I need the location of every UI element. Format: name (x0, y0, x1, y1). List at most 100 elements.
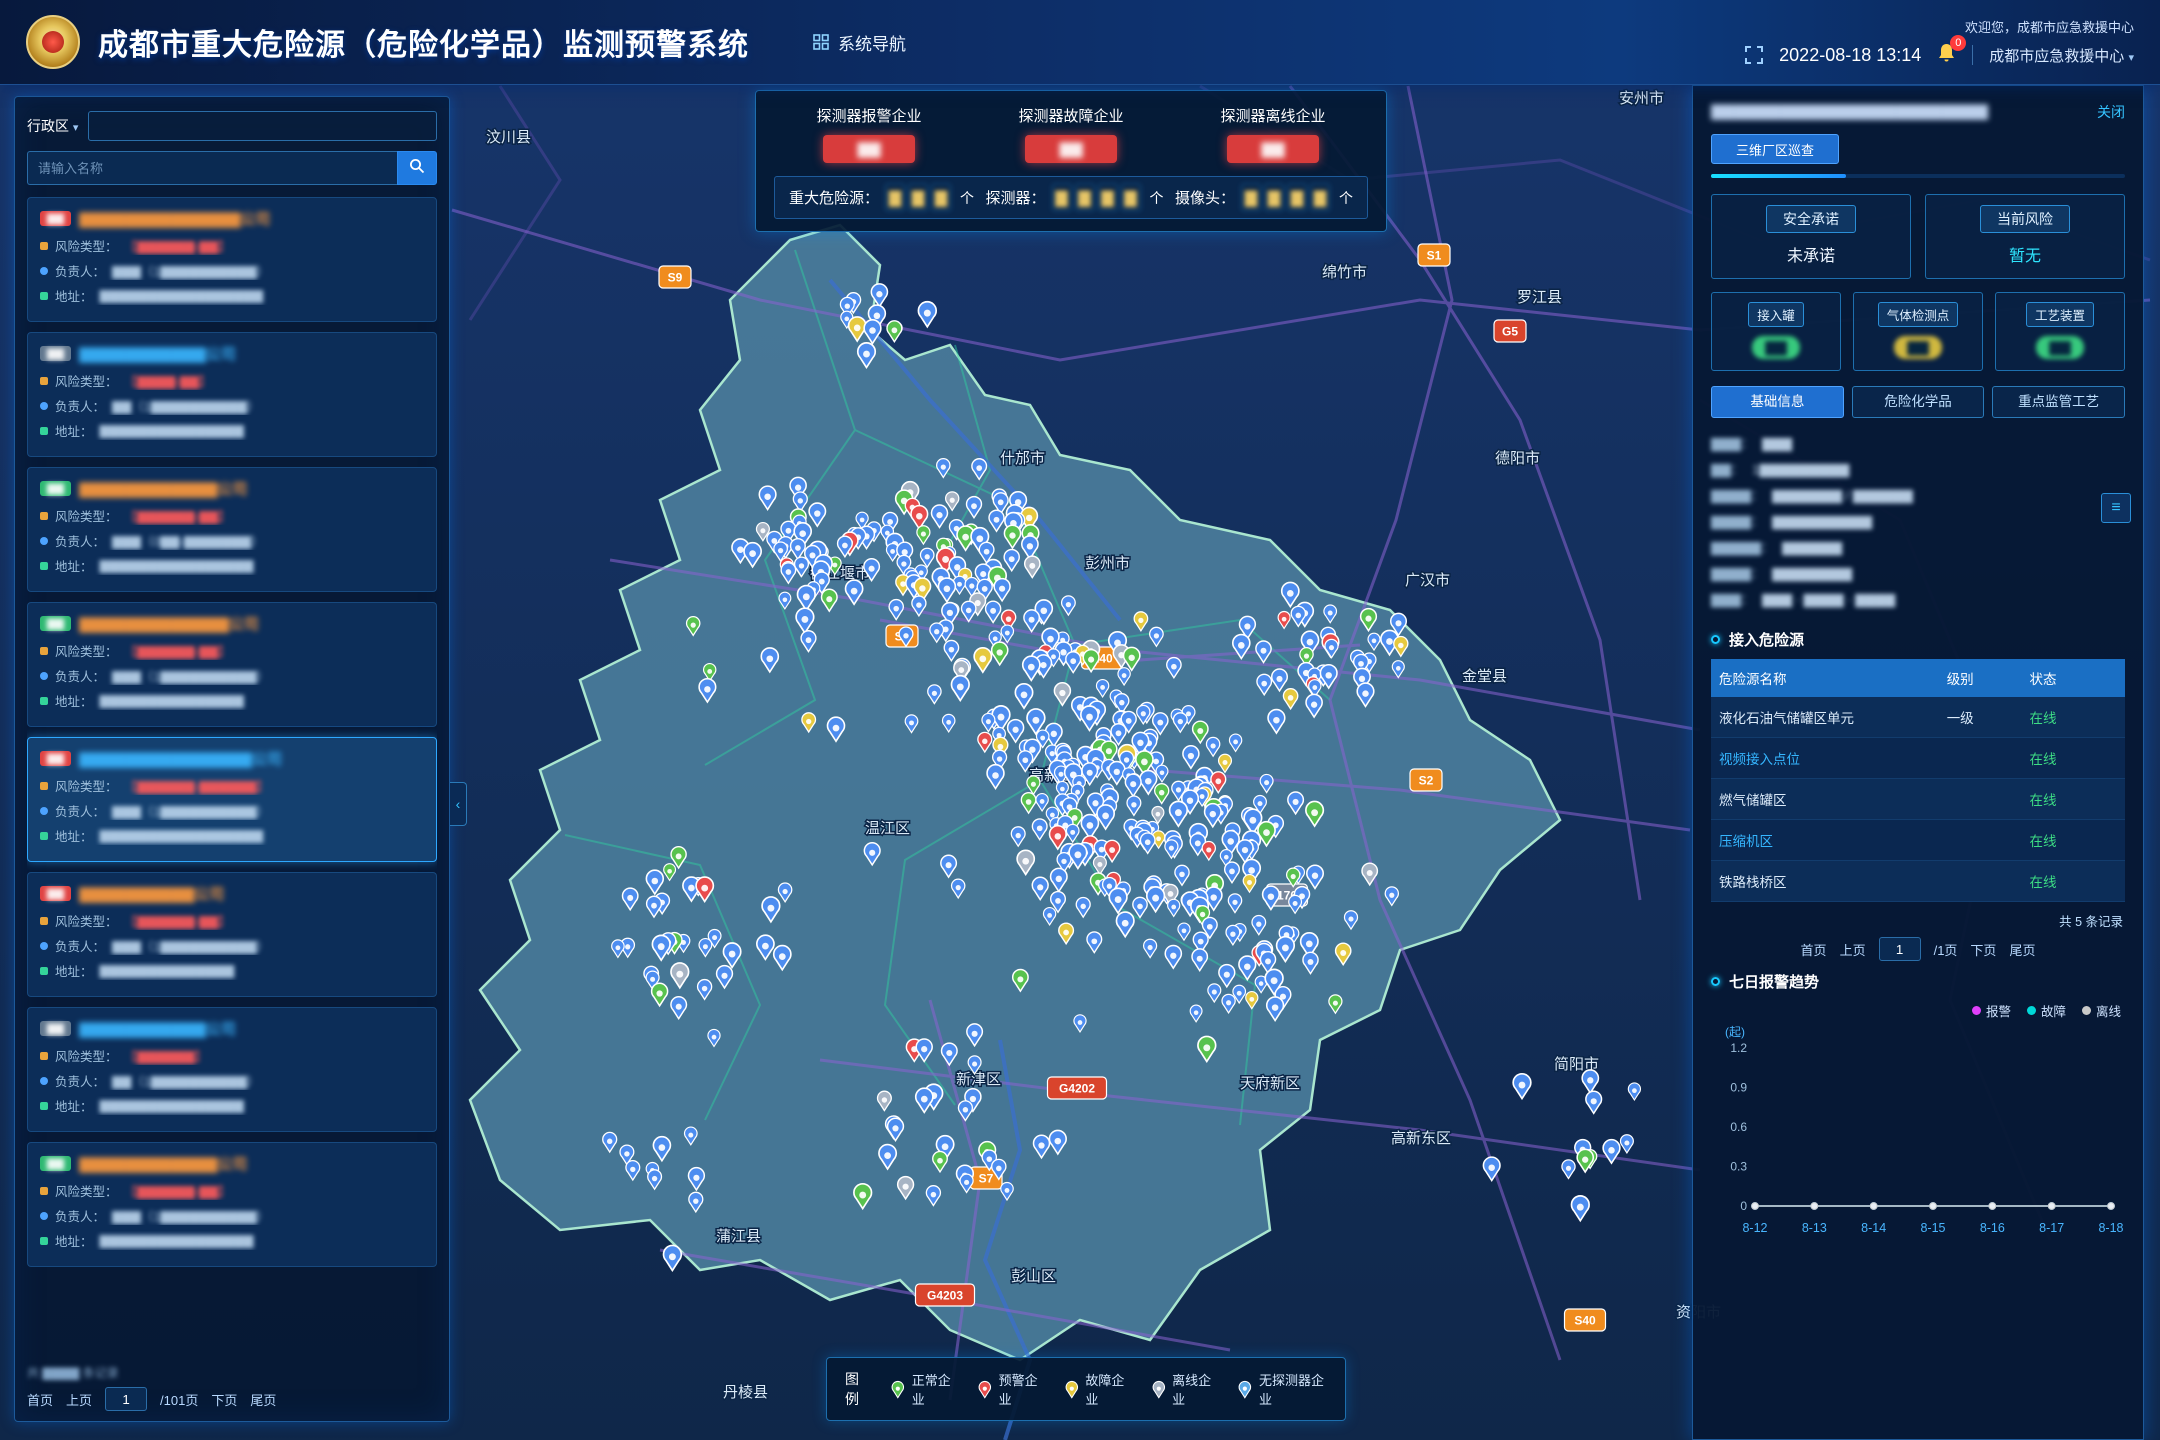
enterprise-card[interactable]: ▇▇▇▇▇▇▇▇▇▇▇▇公司风险类型：【▇▇▇▇▇▇-▇▇】负责人：▇▇▇（1▇… (27, 872, 437, 997)
info-row: ▇▇▇▇：▇▇▇▇▇▇▇▇▇▇ (1711, 509, 2125, 535)
enterprise-card[interactable]: ▇▇▇▇▇▇▇▇▇▇▇▇▇▇▇公司风险类型：【▇▇▇▇▇▇-▇▇】负责人：▇▇▇… (27, 602, 437, 727)
page-total-label: /1页 (1934, 940, 1958, 959)
hazard-row[interactable]: 压缩机区在线 (1711, 820, 2125, 861)
metric-label: 接入罐 (1748, 302, 1804, 327)
hazard-row[interactable]: 燃气储罐区在线 (1711, 779, 2125, 820)
enterprise-name: ▇▇▇▇▇▇▇▇▇▇▇▇▇公司 (79, 613, 259, 634)
section-dot-icon (1711, 977, 1720, 986)
first-page-link[interactable]: 首页 (27, 1390, 53, 1409)
metric-box: 工艺装置▇▇ (1995, 292, 2125, 371)
person-icon (40, 402, 48, 410)
fullscreen-icon[interactable] (1745, 46, 1763, 64)
legend-pin-icon (890, 1377, 906, 1401)
info-label: ▇▇▇▇▇： (1711, 535, 1774, 561)
hazard-row[interactable]: 视频接入点位在线 (1711, 738, 2125, 779)
close-button[interactable]: 关闭 (2097, 102, 2125, 122)
next-page-link[interactable]: 下页 (1970, 940, 1996, 959)
enterprise-card[interactable]: ▇▇▇▇▇▇▇▇▇▇▇▇▇▇▇▇▇公司风险类型：【▇▇▇▇▇▇-▇▇▇▇▇▇】负… (27, 737, 437, 862)
detector-company-stat: 探测器报警企业▇▇ (774, 105, 964, 163)
last-page-link[interactable]: 尾页 (2009, 940, 2035, 959)
hazard-row[interactable]: 铁路栈桥区在线 (1711, 861, 2125, 902)
hazard-row[interactable]: 液化石油气储罐区单元一级在线 (1711, 697, 2125, 738)
address-icon (40, 1237, 48, 1245)
legend-pin-icon (1151, 1377, 1167, 1401)
notification-bell-icon[interactable]: 0 (1937, 43, 1956, 68)
hazard-status: 在线 (2021, 779, 2125, 820)
enterprise-name: ▇▇▇▇▇▇▇▇▇▇▇公司 (79, 1018, 236, 1039)
metric-value: ▇▇ (1894, 336, 1942, 359)
region-filter-dropdown[interactable]: 行政区 ▾ (27, 116, 78, 136)
enterprise-card[interactable]: ▇▇▇▇▇▇▇▇▇▇▇▇▇公司风险类型：【▇▇▇▇-▇▇】负责人：▇▇（1▇▇▇… (27, 332, 437, 457)
series-dot-icon (2082, 1006, 2091, 1015)
svg-text:8-12: 8-12 (1742, 1221, 1767, 1235)
hazard-level (1939, 738, 2022, 779)
first-page-link[interactable]: 首页 (1801, 940, 1827, 959)
search-input[interactable] (27, 151, 397, 185)
status-badge: ▇▇ (40, 886, 71, 901)
risk-label: 风险类型： (55, 1046, 118, 1065)
enterprise-card[interactable]: ▇▇▇▇▇▇▇▇▇▇▇▇▇▇公司风险类型：【▇▇▇▇▇▇-▇▇】负责人：▇▇▇（… (27, 1142, 437, 1267)
person-label: 负责人： (55, 1206, 105, 1225)
map-place-label: 安州市 (1619, 90, 1664, 107)
app-title: 成都市重大危险源（危险化学品）监测预警系统 (98, 20, 749, 64)
enterprise-card[interactable]: ▇▇▇▇▇▇▇▇▇▇▇▇▇▇公司风险类型：【▇▇▇▇▇▇-▇▇】负责人：▇▇▇（… (27, 467, 437, 592)
address-icon (40, 832, 48, 840)
current-risk-box: 当前风险 暂无 (1925, 194, 2125, 279)
info-row: ▇▇▇▇：▇▇▇▇▇▇▇ / ▇▇▇▇▇▇ (1711, 483, 2125, 509)
last-page-link[interactable]: 尾页 (250, 1390, 276, 1409)
info-label: ▇▇▇▇： (1711, 561, 1764, 587)
person-icon (40, 672, 48, 680)
person-value: ▇▇▇（1▇▇▇▇▇▇▇▇▇▇） (112, 936, 269, 955)
sidebar-collapse-toggle[interactable]: ‹ (450, 782, 467, 826)
region-filter-input[interactable] (88, 111, 437, 141)
info-label: ▇▇▇： (1711, 431, 1754, 457)
system-nav-button[interactable]: 系统导航 (813, 30, 906, 55)
info-row: ▇▇▇▇▇：▇▇▇▇▇▇ (1711, 535, 2125, 561)
enterprise-name: ▇▇▇▇▇▇▇▇▇▇▇▇▇▇公司 (79, 208, 271, 229)
risk-label: 风险类型： (55, 371, 118, 390)
legend-item: 故障企业 (1064, 1370, 1131, 1408)
notification-badge: 0 (1950, 35, 1966, 51)
legend-pin-icon (977, 1377, 993, 1401)
enterprise-card[interactable]: ▇▇▇▇▇▇▇▇▇▇▇▇▇公司风险类型：【▇▇▇▇▇▇】负责人：▇▇（1▇▇▇▇… (27, 1007, 437, 1132)
3d-tour-button[interactable]: 三维厂区巡查 (1711, 134, 1839, 164)
legend-pin-icon (1237, 1377, 1253, 1401)
legend-pin-icon (1064, 1377, 1080, 1401)
status-badge: ▇▇ (40, 346, 71, 361)
hazard-name: 液化石油气储罐区单元 (1711, 697, 1939, 738)
page-number-input[interactable] (105, 1387, 147, 1411)
prev-page-link[interactable]: 上页 (66, 1390, 92, 1409)
next-page-link[interactable]: 下页 (211, 1390, 237, 1409)
org-dropdown[interactable]: 成都市应急救援中心 ▾ (1989, 45, 2134, 66)
risk-label: 风险类型： (55, 236, 118, 255)
person-icon (40, 267, 48, 275)
risk-value: 【▇▇▇▇▇▇-▇▇】 (125, 236, 231, 255)
detail-tab[interactable]: 危险化学品 (1852, 386, 1985, 418)
safety-promise-box: 安全承诺 未承诺 (1711, 194, 1911, 279)
address-value: ▇▇▇▇▇▇▇▇▇▇▇▇▇▇▇ (100, 693, 244, 708)
prev-page-link[interactable]: 上页 (1840, 940, 1866, 959)
info-row: ▇▇▇：▇▇▇ · ▇▇▇▇ · ▇▇▇▇ (1711, 587, 2125, 613)
stat-value: ▇▇ (1025, 135, 1117, 163)
risk-value: 【▇▇▇▇▇▇-▇▇】 (125, 1181, 231, 1200)
detail-tab[interactable]: 基础信息 (1711, 386, 1844, 418)
detail-tab[interactable]: 重点监管工艺 (1992, 386, 2125, 418)
map-place-label: 彭山区 (1011, 1268, 1056, 1285)
road-shield: S40 (1565, 1309, 1606, 1331)
info-row: ▇▇：1▇▇▇▇▇▇▇▇▇ (1711, 457, 2125, 483)
hazard-level (1939, 820, 2022, 861)
risk-label: 风险类型： (55, 1181, 118, 1200)
svg-text:8-17: 8-17 (2039, 1221, 2064, 1235)
expand-panel-icon[interactable]: ≡ (2101, 493, 2131, 523)
person-value: ▇▇▇（1▇▇▇▇▇▇▇▇▇▇） (112, 1206, 269, 1225)
svg-text:0: 0 (1740, 1199, 1747, 1213)
enterprise-card[interactable]: ▇▇▇▇▇▇▇▇▇▇▇▇▇▇▇▇公司风险类型：【▇▇▇▇▇▇-▇▇】负责人：▇▇… (27, 197, 437, 322)
map-place-label: 高新东区 (1391, 1130, 1451, 1147)
person-icon (40, 1212, 48, 1220)
search-button[interactable] (397, 151, 437, 185)
series-name: 故障 (2041, 1001, 2066, 1020)
page-number-input[interactable] (1879, 937, 1921, 961)
hazard-level (1939, 779, 2022, 820)
stat-label: 探测器故障企业 (976, 105, 1166, 126)
search-icon (409, 158, 425, 179)
